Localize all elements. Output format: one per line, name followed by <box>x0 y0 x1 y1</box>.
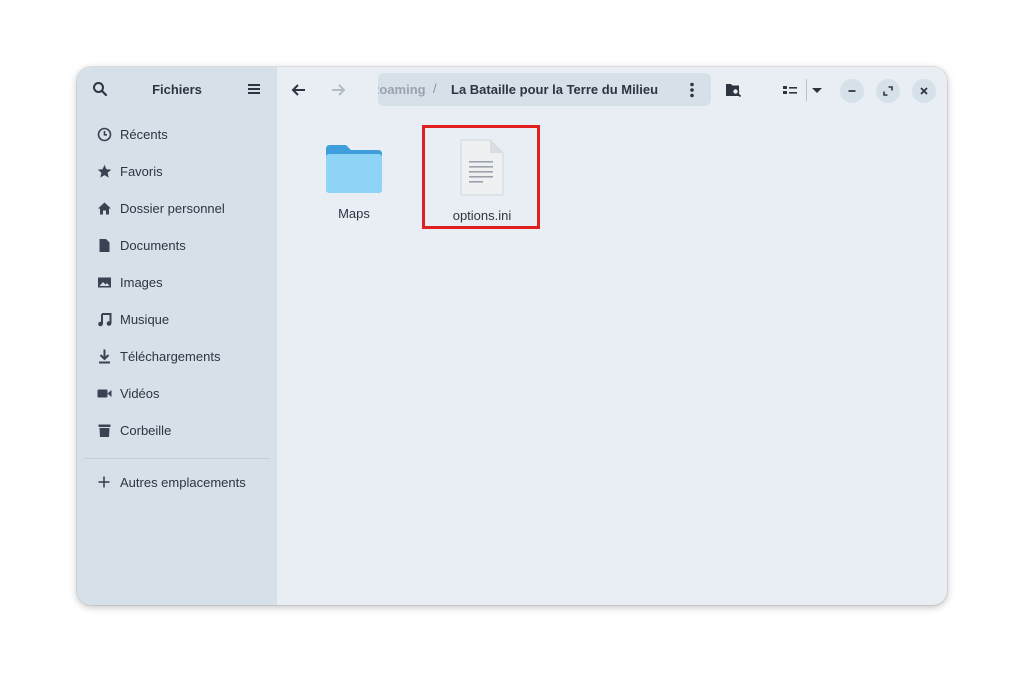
document-icon <box>99 239 110 252</box>
list-view-icon[interactable] <box>782 81 798 99</box>
breadcrumb-separator: / <box>433 81 437 96</box>
sidebar-places-list: Récents Favoris Dossier personnel Docume… <box>77 116 277 449</box>
file-name: Maps <box>338 206 370 221</box>
view-toggle-divider <box>806 79 807 101</box>
forward-arrow-icon[interactable] <box>329 81 347 99</box>
sidebar-item-label: Favoris <box>120 164 163 179</box>
breadcrumb-previous[interactable]: Roaming <box>378 82 426 97</box>
app-title: Fichiers <box>152 82 202 97</box>
clock-icon <box>97 127 112 142</box>
path-bar: Roaming / La Bataille pour la Terre du M… <box>378 73 711 106</box>
back-arrow-icon[interactable] <box>290 81 308 99</box>
sidebar-item-trash[interactable]: Corbeille <box>77 412 277 449</box>
plus-icon <box>98 476 110 488</box>
sidebar-header: Fichiers <box>77 67 277 113</box>
music-icon <box>98 313 112 327</box>
search-folder-icon[interactable] <box>725 81 743 99</box>
sidebar-item-label: Documents <box>120 238 186 253</box>
folder-icon <box>326 145 382 193</box>
sidebar-item-label: Autres emplacements <box>120 475 246 490</box>
sidebar-divider <box>84 458 270 459</box>
chevron-down-icon[interactable] <box>810 81 824 99</box>
video-icon <box>97 389 112 398</box>
file-item-folder[interactable]: Maps <box>304 143 404 221</box>
star-icon <box>97 164 112 178</box>
sidebar-item-images[interactable]: Images <box>77 264 277 301</box>
sidebar-item-label: Vidéos <box>120 386 160 401</box>
sidebar-item-other-locations[interactable]: Autres emplacements <box>77 463 277 500</box>
trash-icon <box>98 424 111 437</box>
sidebar-item-label: Musique <box>120 312 170 327</box>
sidebar-item-label: Dossier personnel <box>120 201 225 216</box>
close-button[interactable] <box>912 79 936 103</box>
image-icon <box>98 277 111 288</box>
breadcrumb-current[interactable]: La Bataille pour la Terre du Milieu <box>451 82 658 97</box>
minimize-icon <box>848 90 856 92</box>
home-icon <box>98 202 111 215</box>
sidebar-item-label: Téléchargements <box>120 349 221 364</box>
sidebar-item-label: Images <box>120 275 163 290</box>
download-icon <box>99 349 110 364</box>
minimize-button[interactable] <box>840 79 864 103</box>
file-view: Maps options.ini <box>277 113 947 605</box>
sidebar-item-documents[interactable]: Documents <box>77 227 277 264</box>
close-icon <box>920 87 928 95</box>
sidebar-item-videos[interactable]: Vidéos <box>77 375 277 412</box>
sidebar-item-musique[interactable]: Musique <box>77 301 277 338</box>
sidebar: Fichiers Récents Favoris Dossier personn… <box>77 67 277 605</box>
file-manager-window: Fichiers Récents Favoris Dossier personn… <box>77 67 947 605</box>
sidebar-item-label: Récents <box>120 127 168 142</box>
sidebar-item-favoris[interactable]: Favoris <box>77 153 277 190</box>
sidebar-item-home[interactable]: Dossier personnel <box>77 190 277 227</box>
sidebar-item-label: Corbeille <box>120 423 172 438</box>
sidebar-item-recents[interactable]: Récents <box>77 116 277 153</box>
maximize-button[interactable] <box>876 79 900 103</box>
highlight-box <box>422 125 540 229</box>
sidebar-item-downloads[interactable]: Téléchargements <box>77 338 277 375</box>
more-options-icon[interactable] <box>689 82 695 98</box>
maximize-icon <box>883 86 893 96</box>
hamburger-menu-icon[interactable] <box>248 83 260 95</box>
